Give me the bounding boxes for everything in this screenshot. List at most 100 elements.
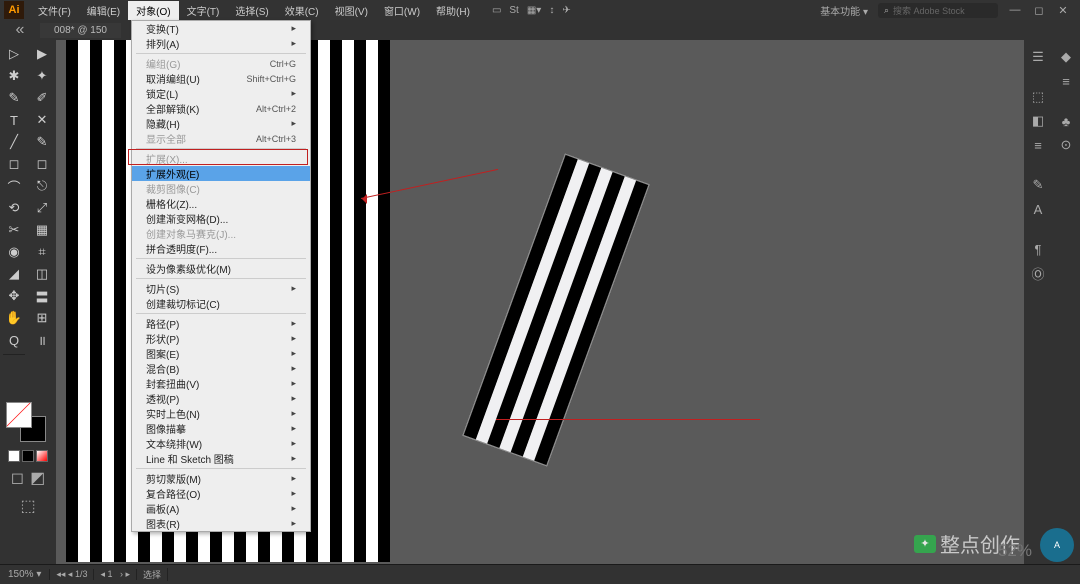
menu-item[interactable]: 创建裁切标记(C) (132, 296, 310, 311)
menu-item[interactable]: 封套扭曲(V) (132, 376, 310, 391)
tool-button[interactable]: ॥ (30, 330, 54, 350)
menu-文件[interactable]: 文件(F) (30, 1, 79, 20)
object-menu-dropdown: 变换(T)排列(A)编组(G)Ctrl+G取消编组(U)Shift+Ctrl+G… (131, 20, 311, 532)
menu-item[interactable]: 设为像素级优化(M) (132, 261, 310, 276)
search-input[interactable]: ⌕ 搜索 Adobe Stock (878, 3, 998, 18)
tool-button[interactable]: ▶ (30, 44, 54, 64)
menu-item[interactable]: 切片(S) (132, 281, 310, 296)
menu-item[interactable]: 取消编组(U)Shift+Ctrl+G (132, 71, 310, 86)
toolbar-icon[interactable]: ↕ (549, 5, 554, 16)
panel-button[interactable]: ⊙ (1055, 134, 1077, 156)
menu-item[interactable]: 创建渐变网格(D)... (132, 211, 310, 226)
menu-item[interactable]: 透视(P) (132, 391, 310, 406)
menu-item[interactable]: 复合路径(O) (132, 486, 310, 501)
tool-button[interactable]: ✂ (2, 220, 26, 240)
tool-button[interactable]: ╱ (2, 132, 26, 152)
tool-button[interactable]: ✎ (2, 88, 26, 108)
tool-button[interactable]: ▷ (2, 44, 26, 64)
menu-item[interactable]: 拼合透明度(F)... (132, 241, 310, 256)
menu-item[interactable]: 图像描摹 (132, 421, 310, 436)
menu-item[interactable]: 全部解锁(K)Alt+Ctrl+2 (132, 101, 310, 116)
tool-button[interactable]: ◫ (30, 264, 54, 284)
view-mode-icon[interactable]: ⬚ (4, 496, 52, 516)
document-tab[interactable]: 008* @ 150 (40, 23, 121, 38)
panel-button[interactable]: ≡ (1027, 134, 1049, 156)
maximize-button[interactable]: ◻ (1032, 4, 1046, 17)
panel-button[interactable]: ¶ (1027, 238, 1049, 260)
tool-button[interactable]: ⎋ (30, 176, 54, 196)
toolbar-icon[interactable]: ▭ (492, 5, 501, 16)
tool-button[interactable]: ⌗ (30, 242, 54, 262)
panel-button[interactable]: ✎ (1027, 174, 1049, 196)
tool-button[interactable]: ▦ (30, 220, 54, 240)
menu-item[interactable]: Line 和 Sketch 图稿 (132, 451, 310, 466)
draw-mode-icon[interactable]: ◩ (30, 468, 45, 488)
panel-button[interactable]: ⬚ (1027, 86, 1049, 108)
tool-button[interactable]: ⊞ (30, 308, 54, 328)
tool-button[interactable]: ◻ (2, 154, 26, 174)
close-button[interactable]: ✕ (1056, 4, 1070, 17)
toolbar-icon[interactable]: ✈ (562, 5, 570, 16)
tool-button[interactable]: ✦ (30, 66, 54, 86)
panel-button[interactable]: ☰ (1027, 46, 1049, 68)
menu-item[interactable]: 隐藏(H) (132, 116, 310, 131)
wechat-icon: ✦ (914, 535, 936, 553)
tool-button[interactable]: ◢ (2, 264, 26, 284)
tool-button[interactable]: Q (2, 330, 26, 350)
tool-button[interactable]: ✎ (30, 132, 54, 152)
zoom-level[interactable]: 150% ▾ (0, 569, 50, 580)
tool-button[interactable]: ⟲ (2, 198, 26, 218)
toolbar-icon[interactable]: ▦▾ (527, 5, 541, 16)
color-mode-swatches[interactable] (4, 450, 52, 462)
menu-item[interactable]: 锁定(L) (132, 86, 310, 101)
menu-效果[interactable]: 效果(C) (277, 1, 327, 20)
menu-item[interactable]: 混合(B) (132, 361, 310, 376)
menu-item[interactable]: 路径(P) (132, 316, 310, 331)
page-nav[interactable]: ◂ 1 › ▸ (94, 569, 137, 580)
tool-button[interactable]: ◉ (2, 242, 26, 262)
panel-button[interactable]: ◆ (1055, 46, 1077, 68)
panel-button[interactable]: A (1027, 198, 1049, 220)
menu-窗口[interactable]: 窗口(W) (376, 1, 428, 20)
tool-button[interactable]: ✱ (2, 66, 26, 86)
tool-button[interactable]: ✐ (30, 88, 54, 108)
menu-item[interactable]: 图案(E) (132, 346, 310, 361)
artboard-nav[interactable]: ◂◂ ◂ 1/3 (50, 569, 94, 580)
tool-button[interactable]: 〓 (30, 286, 54, 306)
menu-item[interactable]: 栅格化(Z)... (132, 196, 310, 211)
workspace-switcher[interactable]: 基本功能 ▾ (820, 3, 868, 18)
tool-button[interactable]: ◻ (30, 154, 54, 174)
menu-item[interactable]: 文本绕排(W) (132, 436, 310, 451)
panel-dock-outer: ◆≡ ♣⊙ (1052, 40, 1080, 564)
panel-button[interactable]: ♣ (1055, 110, 1077, 132)
menu-文字[interactable]: 文字(T) (179, 1, 228, 20)
panel-button[interactable]: Ⓞ (1027, 262, 1049, 284)
menu-对象[interactable]: 对象(O) (128, 1, 178, 20)
menu-帮助[interactable]: 帮助(H) (428, 1, 478, 20)
menu-item[interactable]: 画板(A) (132, 501, 310, 516)
menu-item[interactable]: 图表(R) (132, 516, 310, 531)
menu-item[interactable]: 变换(T) (132, 21, 310, 36)
tool-button[interactable]: ⤢ (30, 198, 54, 218)
minimize-button[interactable]: — (1008, 4, 1022, 16)
panel-button[interactable]: ≡ (1055, 70, 1077, 92)
tool-button[interactable]: ✥ (2, 286, 26, 306)
menu-item[interactable]: 形状(P) (132, 331, 310, 346)
toolbar-icon[interactable]: St (509, 5, 518, 16)
tool-button[interactable]: T (2, 110, 26, 130)
panel-button[interactable]: ◧ (1027, 110, 1049, 132)
tool-button[interactable]: ✕ (30, 110, 54, 130)
tab-scroll-left[interactable]: « (0, 20, 40, 40)
tool-button[interactable]: ✋ (2, 308, 26, 328)
menu-视图[interactable]: 视图(V) (327, 1, 376, 20)
fill-stroke-swatch[interactable] (6, 402, 50, 446)
menu-编辑[interactable]: 编辑(E) (79, 1, 128, 20)
menu-item: 创建对象马赛克(J)... (132, 226, 310, 241)
screen-mode-icon[interactable]: ◻ (11, 468, 24, 488)
menu-item[interactable]: 扩展外观(E) (132, 166, 310, 181)
menu-item[interactable]: 实时上色(N) (132, 406, 310, 421)
tool-button[interactable]: ⌒ (2, 176, 26, 196)
menu-item[interactable]: 排列(A) (132, 36, 310, 51)
menu-选择[interactable]: 选择(S) (227, 1, 276, 20)
menu-item[interactable]: 剪切蒙版(M) (132, 471, 310, 486)
